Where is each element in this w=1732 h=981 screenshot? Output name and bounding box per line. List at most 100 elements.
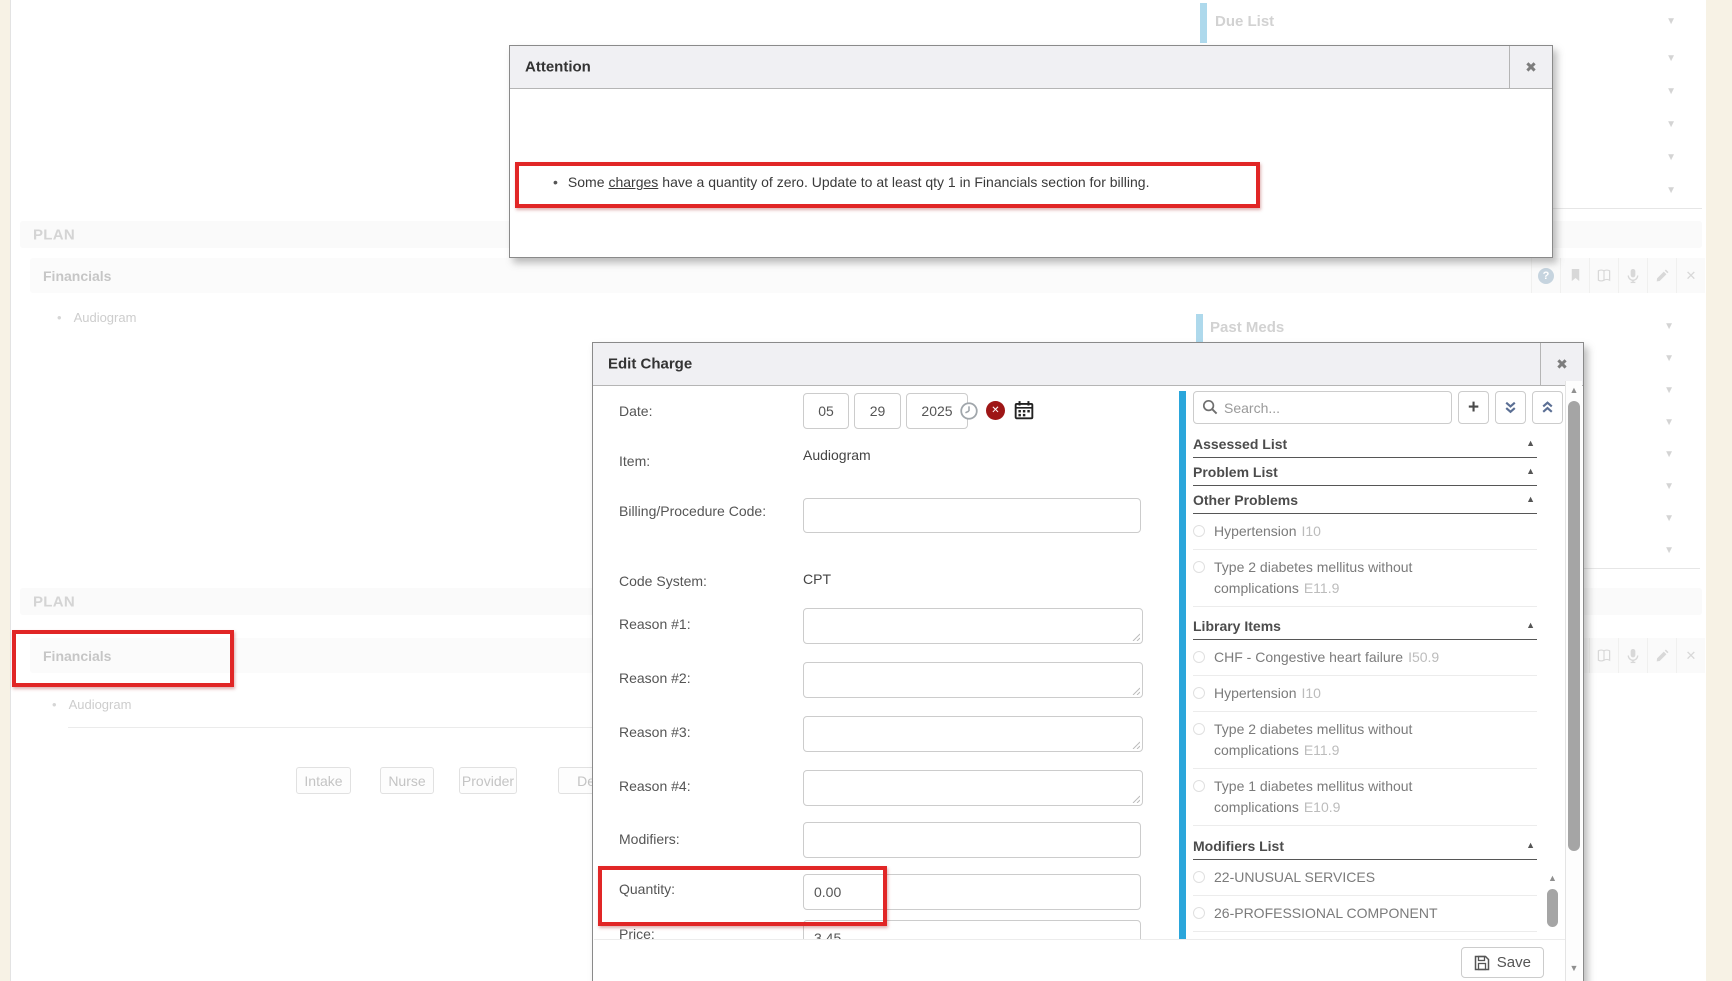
section-toolbar: ? ✕ (1531, 258, 1705, 293)
date-day-input[interactable] (854, 393, 901, 429)
section-header-other-problems[interactable]: Other Problems▲ (1193, 486, 1537, 514)
annotation-box-financials (12, 630, 234, 687)
attention-dialog-header: Attention ✖ (510, 46, 1552, 89)
problem-item[interactable]: Type 2 diabetes mellitus without complic… (1193, 550, 1537, 607)
library-item[interactable]: Type 1 diabetes mellitus without complic… (1193, 769, 1537, 826)
reason3-label: Reason #3: (619, 722, 784, 743)
clear-date-icon[interactable]: ✕ (986, 401, 1005, 420)
save-icon (1474, 955, 1490, 971)
list-scrollbar[interactable]: ▲ (1545, 873, 1560, 939)
chevron-down-icon: ▼ (1664, 481, 1674, 492)
plan-title: PLAN (33, 593, 75, 610)
modifier-item[interactable]: 22-UNUSUAL SERVICES (1193, 860, 1537, 896)
reason2-textarea[interactable] (803, 662, 1143, 698)
section-header-assessed-list[interactable]: Assessed List▲ (1193, 430, 1537, 458)
date-label: Date: (619, 401, 784, 422)
book-icon[interactable] (1589, 258, 1618, 293)
library-item[interactable]: HypertensionI10 (1193, 676, 1537, 712)
collapse-all-button[interactable] (1495, 391, 1526, 424)
bullet-icon: • (57, 310, 62, 325)
panel-toolbar: + (1193, 391, 1563, 424)
financials-section-header[interactable]: Financials ? ✕ (30, 258, 1705, 293)
app-canvas: Due List ▼ ▼ ▼ ▼ ▼ ▼ Past Meds ▼ ▼ ▼ ▼ ▼… (0, 0, 1732, 981)
reason4-textarea[interactable] (803, 770, 1143, 806)
reason2-label: Reason #2: (619, 668, 784, 689)
charge-list-item: •Audiogram (57, 310, 136, 325)
radio-icon[interactable] (1193, 525, 1205, 537)
page-left-margin (0, 0, 10, 981)
library-item[interactable]: CHF - Congestive heart failureI50.9 (1193, 640, 1537, 676)
modifiers-input[interactable] (803, 822, 1141, 858)
radio-icon[interactable] (1193, 780, 1205, 792)
reason1-field (803, 608, 1143, 644)
code-system-value: CPT (803, 571, 831, 587)
problem-item[interactable]: HypertensionI10 (1193, 514, 1537, 550)
radio-icon[interactable] (1193, 907, 1205, 919)
close-icon[interactable]: ✕ (1676, 258, 1705, 293)
panel-accent-bar (1179, 391, 1186, 939)
past-meds-row[interactable]: Past Meds ▼ (1203, 312, 1700, 345)
pencil-icon[interactable] (1647, 638, 1676, 673)
chevron-down-icon: ▼ (1666, 119, 1676, 130)
due-list-row[interactable]: Due List ▼ (1207, 3, 1702, 44)
chevron-down-icon: ▼ (1664, 513, 1674, 524)
bookmark-icon[interactable] (1560, 258, 1589, 293)
reason1-label: Reason #1: (619, 614, 784, 635)
intake-button[interactable]: Intake (296, 767, 351, 794)
search-input[interactable] (1193, 391, 1452, 424)
edit-charge-dialog-header: Edit Charge ✖ (593, 343, 1583, 386)
reason3-textarea[interactable] (803, 716, 1143, 752)
expand-all-button[interactable] (1532, 391, 1563, 424)
library-item[interactable]: Type 2 diabetes mellitus without complic… (1193, 712, 1537, 769)
reason1-textarea[interactable] (803, 608, 1143, 644)
close-icon[interactable]: ✕ (1676, 638, 1705, 673)
clock-icon[interactable] (959, 401, 979, 421)
book-icon[interactable] (1589, 638, 1618, 673)
collapse-icon: ▲ (1526, 620, 1535, 630)
collapse-icon: ▲ (1526, 494, 1535, 504)
scrollbar-thumb[interactable] (1547, 889, 1558, 927)
charge-list-item: •Audiogram (52, 697, 131, 712)
microphone-icon[interactable] (1618, 258, 1647, 293)
close-button[interactable]: ✖ (1509, 46, 1552, 88)
scrollbar-thumb[interactable] (1568, 401, 1580, 851)
microphone-icon[interactable] (1618, 638, 1647, 673)
section-header-modifiers-list[interactable]: Modifiers List▲ (1193, 832, 1537, 860)
radio-icon[interactable] (1193, 687, 1205, 699)
radio-icon[interactable] (1193, 561, 1205, 573)
radio-icon[interactable] (1193, 871, 1205, 883)
section-header-library-items[interactable]: Library Items▲ (1193, 612, 1537, 640)
item-value: Audiogram (803, 447, 871, 463)
modifier-item[interactable]: 26-PROFESSIONAL COMPONENT (1193, 896, 1537, 932)
calendar-icon[interactable] (1014, 400, 1034, 420)
reason2-field (803, 662, 1143, 698)
scroll-down-icon[interactable]: ▼ (1566, 963, 1582, 973)
dialog-title: Edit Charge (608, 356, 692, 373)
dialog-footer: Save (594, 939, 1566, 981)
radio-icon[interactable] (1193, 651, 1205, 663)
page-right-margin (1706, 0, 1732, 981)
reason4-label: Reason #4: (619, 776, 784, 797)
past-meds-label: Past Meds (1210, 319, 1284, 336)
problem-panel: + Assessed List▲ Problem List▲ Other Pro… (1193, 391, 1563, 939)
due-list-label: Due List (1215, 13, 1274, 30)
radio-icon[interactable] (1193, 723, 1205, 735)
section-header-problem-list[interactable]: Problem List▲ (1193, 458, 1537, 486)
pencil-icon[interactable] (1647, 258, 1676, 293)
scroll-up-icon[interactable]: ▲ (1566, 385, 1582, 395)
help-icon[interactable]: ? (1531, 258, 1560, 293)
annotation-box-quantity (598, 866, 887, 926)
close-button[interactable]: ✖ (1540, 343, 1583, 385)
provider-button[interactable]: Provider (459, 767, 517, 794)
nurse-button[interactable]: Nurse (380, 767, 434, 794)
modifiers-label: Modifiers: (619, 829, 784, 850)
billing-code-input[interactable] (803, 498, 1141, 533)
scroll-up-icon[interactable]: ▲ (1545, 873, 1560, 883)
dialog-scrollbar[interactable]: ▲ ▼ (1565, 381, 1582, 981)
chevron-down-icon: ▼ (1664, 321, 1674, 332)
bullet-icon: • (52, 697, 57, 712)
save-button[interactable]: Save (1461, 947, 1544, 978)
chevron-down-icon: ▼ (1664, 545, 1674, 556)
date-month-input[interactable] (803, 393, 849, 429)
add-charge-button[interactable]: + (1458, 391, 1489, 424)
